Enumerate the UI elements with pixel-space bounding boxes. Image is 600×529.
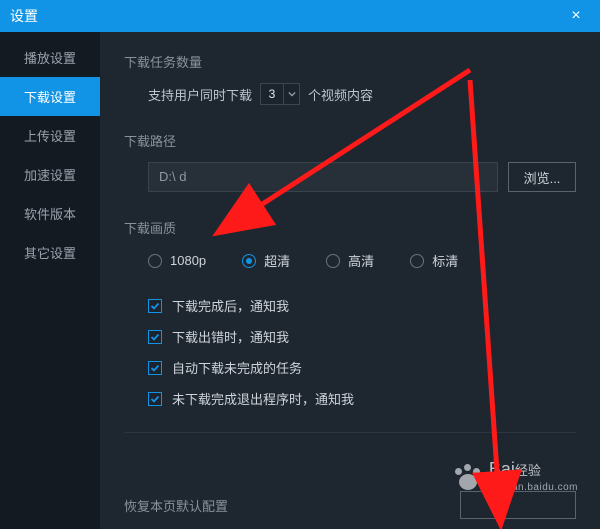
close-icon[interactable]: × [562, 7, 590, 25]
radio-circle-icon [148, 254, 162, 268]
section-path: 下载路径 [124, 131, 576, 150]
check-label: 自动下载未完成的任务 [172, 358, 302, 377]
radio-label: 标清 [432, 251, 458, 270]
section-quality: 下载画质 [124, 218, 576, 237]
sidebar-item-download[interactable]: 下载设置 [0, 77, 100, 116]
check-label: 未下载完成退出程序时，通知我 [172, 389, 354, 408]
sidebar-item-accel[interactable]: 加速设置 [0, 155, 100, 194]
radio-super[interactable]: 超清 [242, 251, 290, 270]
sidebar-item-version[interactable]: 软件版本 [0, 194, 100, 233]
quality-radio-group: 1080p 超清 高清 标清 [148, 251, 576, 270]
radio-1080p[interactable]: 1080p [148, 253, 206, 268]
radio-label: 高清 [348, 251, 374, 270]
check-notify-exit[interactable]: 未下载完成退出程序时，通知我 [148, 389, 576, 408]
checkmark-icon [148, 330, 162, 344]
window-title: 设置 [10, 6, 562, 26]
sidebar-item-upload[interactable]: 上传设置 [0, 116, 100, 155]
radio-sd[interactable]: 标清 [410, 251, 458, 270]
check-label: 下载完成后，通知我 [172, 296, 289, 315]
radio-circle-icon [410, 254, 424, 268]
checkmark-icon [148, 361, 162, 375]
brand-en: Bai [489, 459, 515, 479]
radio-label: 1080p [170, 253, 206, 268]
radio-label: 超清 [264, 251, 290, 270]
check-auto-resume[interactable]: 自动下载未完成的任务 [148, 358, 576, 377]
count-value: 3 [261, 87, 283, 101]
checkmark-icon [148, 299, 162, 313]
checkbox-group: 下载完成后，通知我 下载出错时，通知我 自动下载未完成的任务 未下载完成退出程序… [148, 296, 576, 408]
watermark: Bai经验 jingyan.baidu.com [453, 460, 578, 493]
sidebar-item-playback[interactable]: 播放设置 [0, 38, 100, 77]
section-task-count: 下载任务数量 [124, 52, 576, 71]
radio-circle-icon [242, 254, 256, 268]
radio-circle-icon [326, 254, 340, 268]
footer-button[interactable] [460, 491, 576, 519]
count-suffix: 个视频内容 [308, 85, 373, 104]
count-stepper[interactable]: 3 [260, 83, 300, 105]
check-label: 下载出错时，通知我 [172, 327, 289, 346]
radio-hd[interactable]: 高清 [326, 251, 374, 270]
brand-zh: 经验 [515, 463, 541, 478]
checkmark-icon [148, 392, 162, 406]
restore-defaults-label: 恢复本页默认配置 [124, 496, 228, 515]
paw-icon [453, 464, 483, 490]
titlebar: 设置 × [0, 0, 600, 32]
content-panel: 下载任务数量 支持用户同时下载 3 个视频内容 下载路径 D:\ d 浏览... [100, 32, 600, 529]
sidebar: 播放设置 下载设置 上传设置 加速设置 软件版本 其它设置 [0, 32, 100, 529]
download-path-input[interactable]: D:\ d [148, 162, 498, 192]
browse-button[interactable]: 浏览... [508, 162, 576, 192]
sidebar-item-other[interactable]: 其它设置 [0, 233, 100, 272]
count-prefix: 支持用户同时下载 [148, 85, 252, 104]
check-notify-done[interactable]: 下载完成后，通知我 [148, 296, 576, 315]
check-notify-error[interactable]: 下载出错时，通知我 [148, 327, 576, 346]
chevron-down-icon[interactable] [283, 84, 299, 104]
divider [124, 432, 576, 433]
